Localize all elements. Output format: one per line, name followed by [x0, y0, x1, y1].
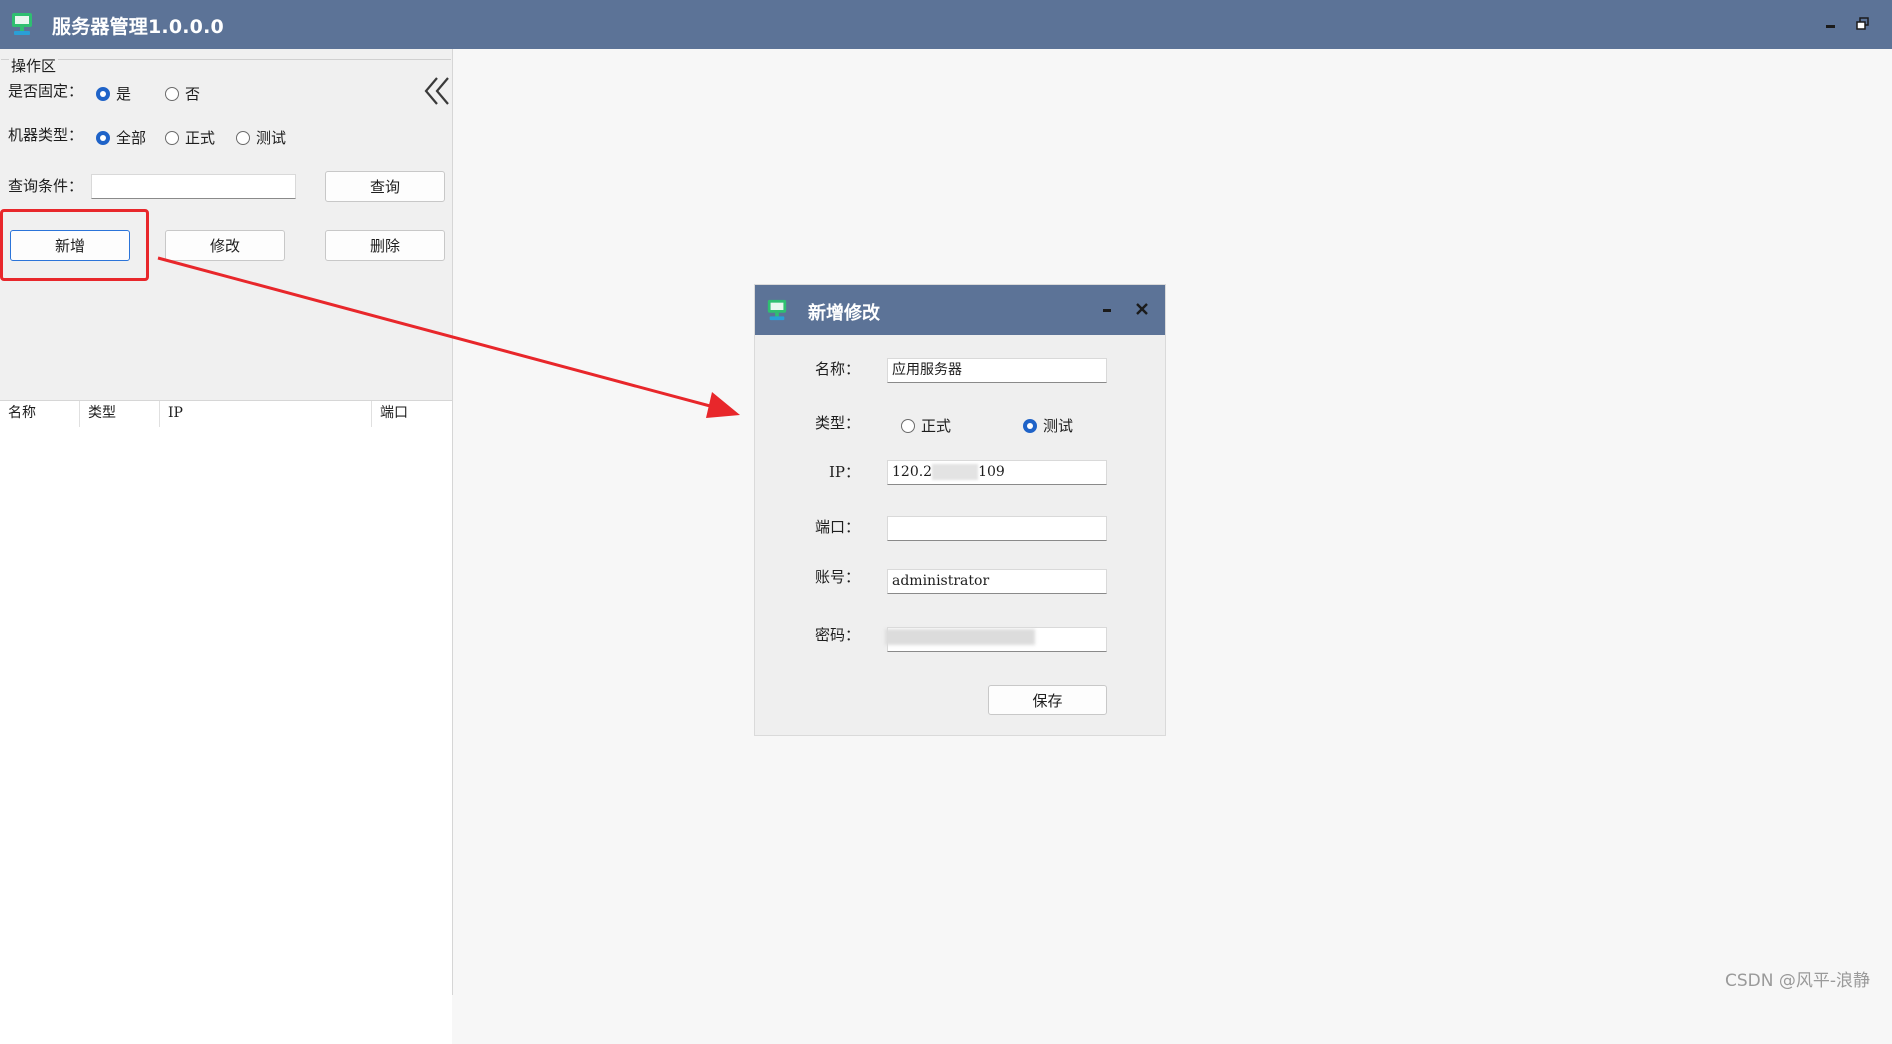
radio-label: 全部 [116, 129, 147, 147]
radio-label: 测试 [256, 129, 287, 147]
radio-dot[interactable] [96, 130, 110, 145]
radio-dot[interactable] [1023, 418, 1037, 433]
annotation-arrow [157, 256, 740, 418]
save-button[interactable]: 保存 [988, 685, 1107, 715]
query-input[interactable] [91, 174, 296, 199]
type-all-radio[interactable]: 全部 [96, 127, 146, 148]
title-bar: 服务器管理1.0.0.0 [0, 0, 1892, 49]
dialog-type-formal-radio[interactable]: 正式 [901, 415, 951, 436]
close-icon[interactable] [1135, 302, 1149, 316]
port-label: 端口： [815, 518, 861, 536]
fixed-no-radio[interactable]: 否 [165, 83, 200, 104]
ip-value-end: 109 [978, 464, 1005, 480]
radio-dot[interactable] [165, 86, 179, 101]
highlight-annotation [0, 209, 149, 281]
dialog-title-bar: 新增修改 [755, 285, 1165, 335]
app-title: 服务器管理1.0.0.0 [52, 16, 224, 38]
radio-label: 正式 [185, 129, 216, 147]
password-label: 密码： [815, 626, 861, 644]
radio-dot[interactable] [165, 130, 179, 145]
ip-value-start: 120.2 [892, 464, 933, 480]
monitor-icon [767, 299, 787, 321]
radio-label: 正式 [921, 417, 952, 435]
query-label: 查询条件： [8, 177, 84, 195]
type-label: 类型： [815, 414, 861, 432]
port-input[interactable] [887, 516, 1107, 541]
type-test-radio[interactable]: 测试 [236, 127, 286, 148]
fixed-label: 是否固定： [8, 82, 84, 100]
minimize-icon[interactable] [1823, 16, 1839, 32]
minimize-icon[interactable] [1101, 302, 1115, 316]
ip-label: IP： [829, 463, 861, 481]
dialog-type-test-radio[interactable]: 测试 [1023, 415, 1073, 436]
double-chevron-left-icon[interactable] [422, 74, 452, 108]
group-title: 操作区 [9, 57, 59, 75]
left-panel: 操作区 是否固定： 是 否 机器类型： 全部 正式 测试 查询条件： 查询 新增… [0, 49, 453, 1044]
radio-label: 是 [116, 85, 132, 103]
radio-label: 测试 [1043, 417, 1074, 435]
monitor-icon [12, 13, 32, 35]
query-button[interactable]: 查询 [325, 171, 445, 202]
account-label: 账号： [815, 568, 861, 586]
radio-label: 否 [185, 85, 201, 103]
add-edit-dialog: 新增修改 名称： 应用服务器 类型： 正式 测试 IP： 120.2 109 端口… [755, 285, 1165, 735]
redacted-region [885, 629, 1035, 645]
column-header-type[interactable]: 类型 [80, 401, 160, 427]
machine-type-label: 机器类型： [8, 126, 84, 144]
type-formal-radio[interactable]: 正式 [165, 127, 215, 148]
fixed-yes-radio[interactable]: 是 [96, 83, 131, 104]
radio-dot[interactable] [236, 130, 250, 145]
radio-dot[interactable] [901, 418, 915, 433]
name-input[interactable]: 应用服务器 [887, 358, 1107, 383]
restore-icon[interactable] [1855, 16, 1871, 32]
dialog-title: 新增修改 [808, 303, 880, 324]
server-table-body[interactable] [0, 427, 452, 1044]
column-header-name[interactable]: 名称 [0, 401, 80, 427]
name-label: 名称： [815, 360, 861, 378]
watermark: CSDN @风平-浪静 [1725, 971, 1871, 991]
radio-dot[interactable] [96, 86, 110, 101]
account-input[interactable]: administrator [887, 569, 1107, 594]
redacted-region [932, 464, 979, 480]
ip-input[interactable]: 120.2 109 [887, 460, 1107, 485]
